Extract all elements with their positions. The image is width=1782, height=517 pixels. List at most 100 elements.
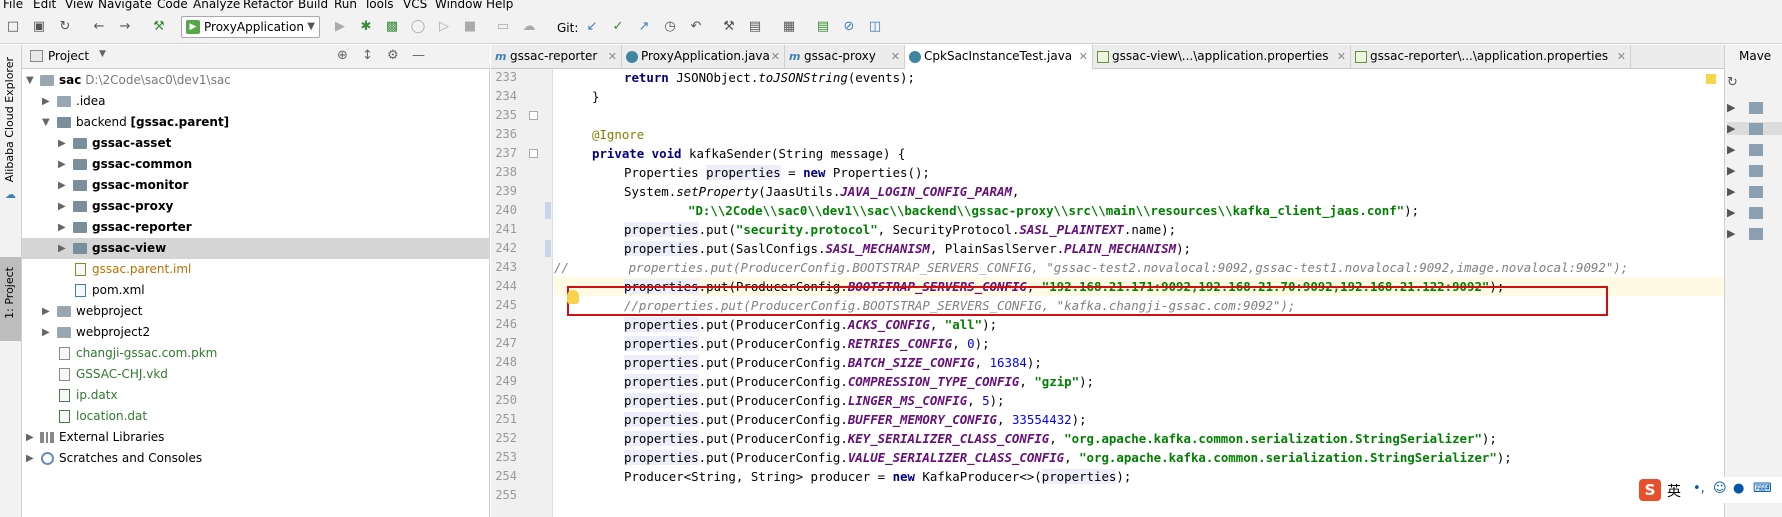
debug-icon[interactable]: ✱ bbox=[357, 18, 375, 36]
coverage-icon[interactable]: ▩ bbox=[383, 18, 401, 36]
punctuation-icon[interactable]: •, bbox=[1693, 481, 1705, 496]
project-tool-tab[interactable]: 1: Project bbox=[0, 257, 21, 341]
tab-gssac-reporter-properties[interactable]: gssac-reporter\...\application.propertie… bbox=[1351, 45, 1631, 69]
chevron-right-icon: ▶ bbox=[58, 159, 66, 170]
keyboard-icon[interactable]: ⌨ bbox=[1753, 481, 1772, 496]
tree-item-webproject2[interactable]: ▶ webproject2 bbox=[22, 322, 490, 343]
git-commit-icon[interactable]: ✓ bbox=[609, 18, 627, 36]
maven-project-item[interactable]: ▶ bbox=[1727, 227, 1764, 240]
tree-item-gssac-common[interactable]: ▶ gssac-common bbox=[22, 154, 490, 175]
fold-icon[interactable] bbox=[529, 149, 538, 158]
tree-item-gssac-monitor[interactable]: ▶ gssac-monitor bbox=[22, 175, 490, 196]
close-icon[interactable]: ✕ bbox=[891, 45, 900, 68]
emoji-icon[interactable]: ☺ bbox=[1713, 481, 1727, 496]
tab-proxy-application[interactable]: ProxyApplication.java ✕ bbox=[622, 45, 785, 69]
settings-wrench-icon[interactable]: ⚒ bbox=[720, 18, 738, 36]
tree-item-gssac-view[interactable]: ▶ gssac-view bbox=[22, 238, 490, 259]
tree-item-gssac-parent-iml[interactable]: gssac.parent.iml bbox=[22, 259, 490, 280]
chevron-down-icon[interactable]: ▼ bbox=[99, 49, 106, 59]
tab-gssac-view-properties[interactable]: gssac-view\...\application.properties ✕ bbox=[1093, 45, 1351, 69]
alibaba-cloud-explorer-tab[interactable]: Alibaba Cloud Explorer bbox=[3, 57, 16, 182]
maven-project-item[interactable]: ▶ bbox=[1727, 101, 1764, 114]
editor-tab-bar: m gssac-reporter ✕ ProxyApplication.java… bbox=[491, 45, 1724, 69]
gear-icon[interactable]: ⚙ bbox=[387, 48, 399, 63]
menu-file[interactable]: File bbox=[3, 0, 23, 11]
line-number: 247 bbox=[495, 336, 517, 350]
git-rollback-icon[interactable]: ↶ bbox=[687, 18, 705, 36]
close-icon[interactable]: ✕ bbox=[1617, 45, 1626, 68]
maven-project-item[interactable]: ▶ bbox=[1727, 185, 1764, 198]
menu-code[interactable]: Code bbox=[157, 0, 188, 11]
tree-item-location-dat[interactable]: location.dat bbox=[22, 406, 490, 427]
ime-language[interactable]: 英 bbox=[1667, 481, 1681, 501]
maven-project-item[interactable]: ▶ bbox=[1727, 122, 1782, 135]
menu-window[interactable]: Window bbox=[435, 0, 482, 11]
menu-edit[interactable]: Edit bbox=[33, 0, 56, 11]
sogou-logo-icon[interactable]: S bbox=[1639, 479, 1661, 501]
cloud-icon[interactable]: ☁ bbox=[520, 18, 538, 36]
maven-project-item[interactable]: ▶ bbox=[1727, 143, 1764, 156]
profile-icon[interactable]: ◯ bbox=[409, 18, 427, 36]
git-update-icon[interactable]: ↙ bbox=[583, 18, 601, 36]
sdk-icon[interactable]: ▦ bbox=[780, 18, 798, 36]
lightbulb-icon[interactable] bbox=[567, 290, 579, 304]
no-entry-icon[interactable]: ⊘ bbox=[840, 18, 858, 36]
hide-icon[interactable]: — bbox=[412, 48, 425, 63]
screen-icon[interactable]: ◫ bbox=[866, 18, 884, 36]
collapse-all-icon[interactable]: ↕ bbox=[362, 48, 373, 63]
tree-item-sac[interactable]: ▼ sac D:\2Code\sac0\dev1\sac bbox=[22, 70, 490, 91]
open-folder-icon[interactable]: □ bbox=[4, 18, 22, 36]
attach-icon[interactable]: ▷ bbox=[435, 18, 453, 36]
tree-item-idea[interactable]: ▶ .idea bbox=[22, 91, 490, 112]
locate-icon[interactable]: ⊕ bbox=[337, 48, 348, 63]
menu-tools[interactable]: Tools bbox=[364, 0, 394, 11]
fold-icon[interactable] bbox=[529, 111, 538, 120]
close-icon[interactable]: ✕ bbox=[1079, 45, 1088, 68]
maven-panel-title[interactable]: Mave bbox=[1739, 49, 1771, 63]
save-icon[interactable]: ▣ bbox=[30, 18, 48, 36]
refresh-icon[interactable]: ↻ bbox=[1727, 75, 1738, 90]
menu-build[interactable]: Build bbox=[298, 0, 328, 11]
tree-item-backend[interactable]: ▼ backend [gssac.parent] bbox=[22, 112, 490, 133]
maven-project-item[interactable]: ▶ bbox=[1727, 206, 1764, 219]
tree-item-webproject[interactable]: ▶ webproject bbox=[22, 301, 490, 322]
project-panel-title[interactable]: Project bbox=[48, 49, 89, 63]
menu-view[interactable]: View bbox=[65, 0, 93, 11]
tree-item-gssac-reporter[interactable]: ▶ gssac-reporter bbox=[22, 217, 490, 238]
menu-analyze[interactable]: Analyze bbox=[193, 0, 240, 11]
git-push-icon[interactable]: ↗ bbox=[635, 18, 653, 36]
menu-refactor[interactable]: Refactor bbox=[243, 0, 293, 11]
close-icon[interactable]: ✕ bbox=[608, 45, 617, 68]
stop-icon[interactable]: ■ bbox=[461, 18, 479, 36]
tree-item-gssac-chj-vkd[interactable]: GSSAC-CHJ.vkd bbox=[22, 364, 490, 385]
deploy-icon[interactable]: ▭ bbox=[494, 18, 512, 36]
menu-navigate[interactable]: Navigate bbox=[98, 0, 152, 11]
monitor-icon[interactable]: ▤ bbox=[814, 18, 832, 36]
tab-gssac-reporter-pom[interactable]: m gssac-reporter ✕ bbox=[491, 45, 622, 69]
close-icon[interactable]: ✕ bbox=[1337, 45, 1346, 68]
run-icon[interactable]: ▶ bbox=[331, 18, 349, 36]
microphone-icon[interactable]: ● bbox=[1733, 481, 1744, 496]
git-history-icon[interactable]: ◷ bbox=[661, 18, 679, 36]
tree-item-external-libraries[interactable]: ▶ External Libraries bbox=[22, 427, 490, 448]
close-icon[interactable]: ✕ bbox=[771, 45, 780, 68]
warning-marker[interactable] bbox=[1706, 74, 1716, 84]
tree-item-scratches[interactable]: ▶ Scratches and Consoles bbox=[22, 448, 490, 469]
project-structure-icon[interactable]: ▤ bbox=[746, 18, 764, 36]
tree-item-changji-pkm[interactable]: changji-gssac.com.pkm bbox=[22, 343, 490, 364]
tab-gssac-proxy-pom[interactable]: m gssac-proxy ✕ bbox=[785, 45, 905, 69]
menu-help[interactable]: Help bbox=[486, 0, 513, 11]
menu-vcs[interactable]: VCS bbox=[403, 0, 427, 11]
run-configuration-select[interactable]: ▶ ProxyApplication ▼ bbox=[181, 16, 320, 38]
maven-project-item[interactable]: ▶ bbox=[1727, 164, 1764, 177]
build-hammer-icon[interactable]: ⚒ bbox=[150, 18, 168, 36]
forward-icon[interactable]: → bbox=[116, 18, 134, 36]
tree-item-pom-xml[interactable]: pom.xml bbox=[22, 280, 490, 301]
tree-item-gssac-asset[interactable]: ▶ gssac-asset bbox=[22, 133, 490, 154]
sync-icon[interactable]: ↻ bbox=[56, 18, 74, 36]
tree-item-ip-datx[interactable]: ip.datx bbox=[22, 385, 490, 406]
tab-cpk-sac-instance-test[interactable]: CpkSacInstanceTest.java ✕ bbox=[905, 45, 1093, 69]
back-icon[interactable]: ← bbox=[90, 18, 108, 36]
menu-run[interactable]: Run bbox=[334, 0, 357, 11]
tree-item-gssac-proxy[interactable]: ▶ gssac-proxy bbox=[22, 196, 490, 217]
